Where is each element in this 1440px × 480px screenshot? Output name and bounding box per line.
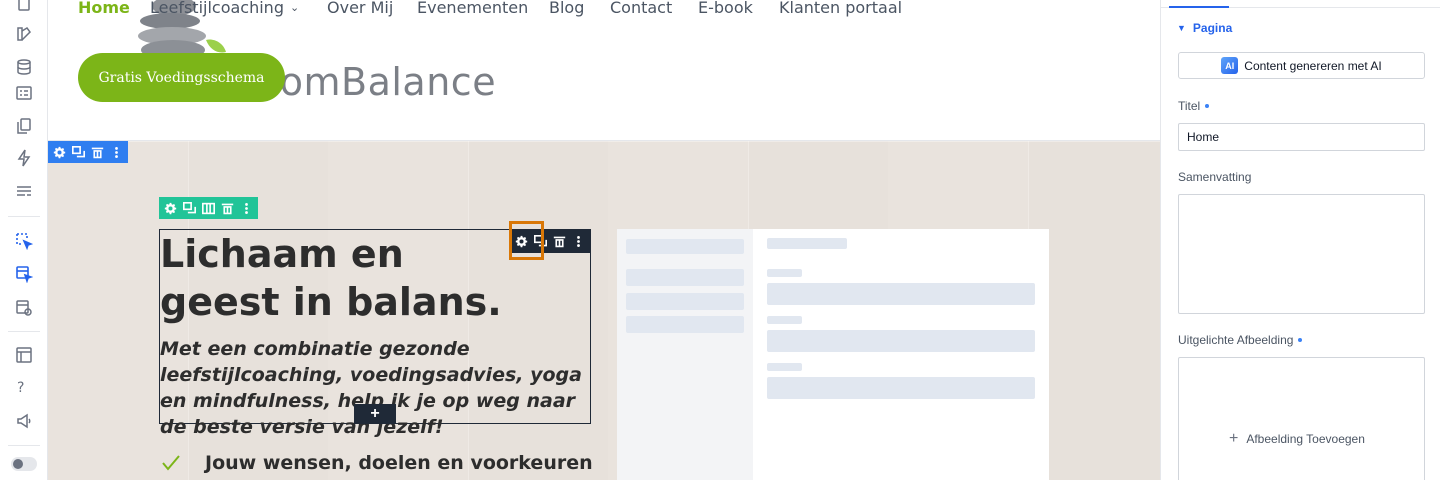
required-dot xyxy=(1298,338,1303,342)
select-section-icon[interactable] xyxy=(15,265,33,283)
checklist-item-label: Jouw wensen, doelen en voorkeuren xyxy=(205,452,593,474)
title-label: Titel xyxy=(1178,99,1210,113)
nav-e-book[interactable]: E-book xyxy=(698,0,753,17)
row-controls xyxy=(159,197,258,219)
placeholder-bar xyxy=(626,239,744,254)
toolbar-divider xyxy=(8,216,40,217)
nav-evenementen-label: Evenementen xyxy=(417,0,529,17)
placeholder-sidebar xyxy=(617,229,753,480)
title-input[interactable] xyxy=(1178,123,1425,151)
cta-button[interactable]: Gratis Voedingsschema xyxy=(78,53,285,102)
check-icon xyxy=(161,453,181,473)
announce-icon[interactable] xyxy=(15,412,33,430)
required-dot xyxy=(1205,104,1210,108)
nav-over-mij[interactable]: Over Mij xyxy=(327,0,393,17)
ai-button-label: Content genereren met AI xyxy=(1244,58,1382,73)
forms-icon[interactable] xyxy=(15,84,33,102)
nav-home[interactable]: Home xyxy=(78,0,130,17)
nav-contact-label: Contact xyxy=(610,0,673,17)
toolbar-divider xyxy=(8,445,40,446)
help-icon[interactable]: ? xyxy=(17,380,24,396)
lightning-icon[interactable] xyxy=(15,149,33,167)
featured-image-label: Uitgelichte Afbeelding xyxy=(1178,333,1303,347)
database-icon[interactable] xyxy=(15,58,33,76)
placeholder-bar xyxy=(767,269,802,277)
more-icon[interactable] xyxy=(238,200,255,217)
gear-icon[interactable] xyxy=(51,144,68,161)
nav-klanten-portaal[interactable]: Klanten portaal xyxy=(779,0,902,17)
placeholder-bar xyxy=(767,377,1035,399)
delete-icon[interactable] xyxy=(551,233,568,250)
nav-leefstijlcoaching-label: Leefstijlcoaching xyxy=(150,0,284,17)
placeholder-bar xyxy=(626,269,744,286)
placeholder-bar xyxy=(626,316,744,333)
panel-tab-active[interactable] xyxy=(1169,6,1229,8)
add-image-label: Afbeelding Toevoegen xyxy=(1246,432,1365,446)
hero-title: Lichaam en geest in balans. xyxy=(160,232,502,324)
nav-home-label: Home xyxy=(78,0,130,17)
nav-klanten-portaal-label: Klanten portaal xyxy=(779,0,903,17)
placeholder-bar xyxy=(767,283,1035,305)
section-title: Pagina xyxy=(1192,21,1233,35)
caret-down-icon: ▼ xyxy=(1177,23,1186,33)
add-element-button[interactable]: + xyxy=(354,404,396,424)
plus-icon: + xyxy=(1229,430,1239,447)
duplicate-icon[interactable] xyxy=(70,144,87,161)
add-image-button[interactable]: + Afbeelding Toevoegen xyxy=(1229,430,1365,448)
title-label-text: Titel xyxy=(1178,99,1201,113)
nav-blog[interactable]: Blog xyxy=(549,0,584,17)
delete-icon[interactable] xyxy=(219,200,236,217)
nav-evenementen[interactable]: Evenementen xyxy=(417,0,528,17)
placeholder-bar xyxy=(767,316,802,324)
toolbar-divider xyxy=(8,331,40,332)
placeholder-bar xyxy=(767,238,847,249)
nav-leefstijlcoaching[interactable]: Leefstijlcoaching ⌄ xyxy=(150,0,299,17)
settings-panel: ▼ Pagina AI Content genereren met AI Tit… xyxy=(1160,0,1440,480)
summary-textarea[interactable] xyxy=(1178,194,1425,314)
image-placeholder[interactable] xyxy=(617,229,1049,480)
chevron-down-icon: ⌄ xyxy=(289,1,300,14)
hero-subtitle: Met een combinatie gezonde leefstijlcoac… xyxy=(160,338,582,438)
more-icon[interactable] xyxy=(108,144,125,161)
nav-e-book-label: E-book xyxy=(698,0,753,17)
nav-blog-label: Blog xyxy=(549,0,585,17)
toggle-knob xyxy=(13,459,23,469)
theme-icon[interactable] xyxy=(15,25,33,43)
editor-canvas: oomBalance Home Leefstijlcoaching ⌄ Over … xyxy=(48,0,1160,480)
app-root: ? oomBalance Home Leefstijlcoaching ⌄ Ove… xyxy=(0,0,1440,480)
nav-over-mij-label: Over Mij xyxy=(327,0,394,17)
left-toolbar: ? xyxy=(0,0,48,480)
section-toggle-pagina[interactable]: ▼ Pagina xyxy=(1177,21,1232,35)
gear-highlight xyxy=(509,221,544,260)
section-controls xyxy=(48,141,128,163)
gear-icon[interactable] xyxy=(162,200,179,217)
placeholder-bar xyxy=(626,293,744,310)
site-logo-text: oomBalance xyxy=(256,60,497,104)
select-element-icon[interactable] xyxy=(15,232,33,250)
layout-icon[interactable] xyxy=(15,183,33,201)
pages-icon[interactable] xyxy=(15,0,33,12)
preview-icon[interactable] xyxy=(15,299,33,317)
featured-image-label-text: Uitgelichte Afbeelding xyxy=(1178,333,1294,347)
summary-label: Samenvatting xyxy=(1178,170,1252,184)
ai-generate-button[interactable]: AI Content genereren met AI xyxy=(1178,52,1425,79)
featured-image-dropzone[interactable]: + Afbeelding Toevoegen xyxy=(1178,357,1425,480)
copy-icon[interactable] xyxy=(15,117,33,135)
placeholder-bar xyxy=(767,330,1035,352)
placeholder-bar xyxy=(767,363,802,371)
theme-toggle[interactable] xyxy=(11,457,37,471)
more-icon[interactable] xyxy=(570,233,587,250)
duplicate-icon[interactable] xyxy=(181,200,198,217)
delete-icon[interactable] xyxy=(89,144,106,161)
columns-icon[interactable] xyxy=(200,200,217,217)
site-header: oomBalance Home Leefstijlcoaching ⌄ Over … xyxy=(48,0,1160,141)
layers-icon[interactable] xyxy=(15,346,33,364)
checklist-item: Jouw wensen, doelen en voorkeuren xyxy=(161,452,593,474)
nav-contact[interactable]: Contact xyxy=(610,0,672,17)
ai-icon: AI xyxy=(1221,57,1239,74)
